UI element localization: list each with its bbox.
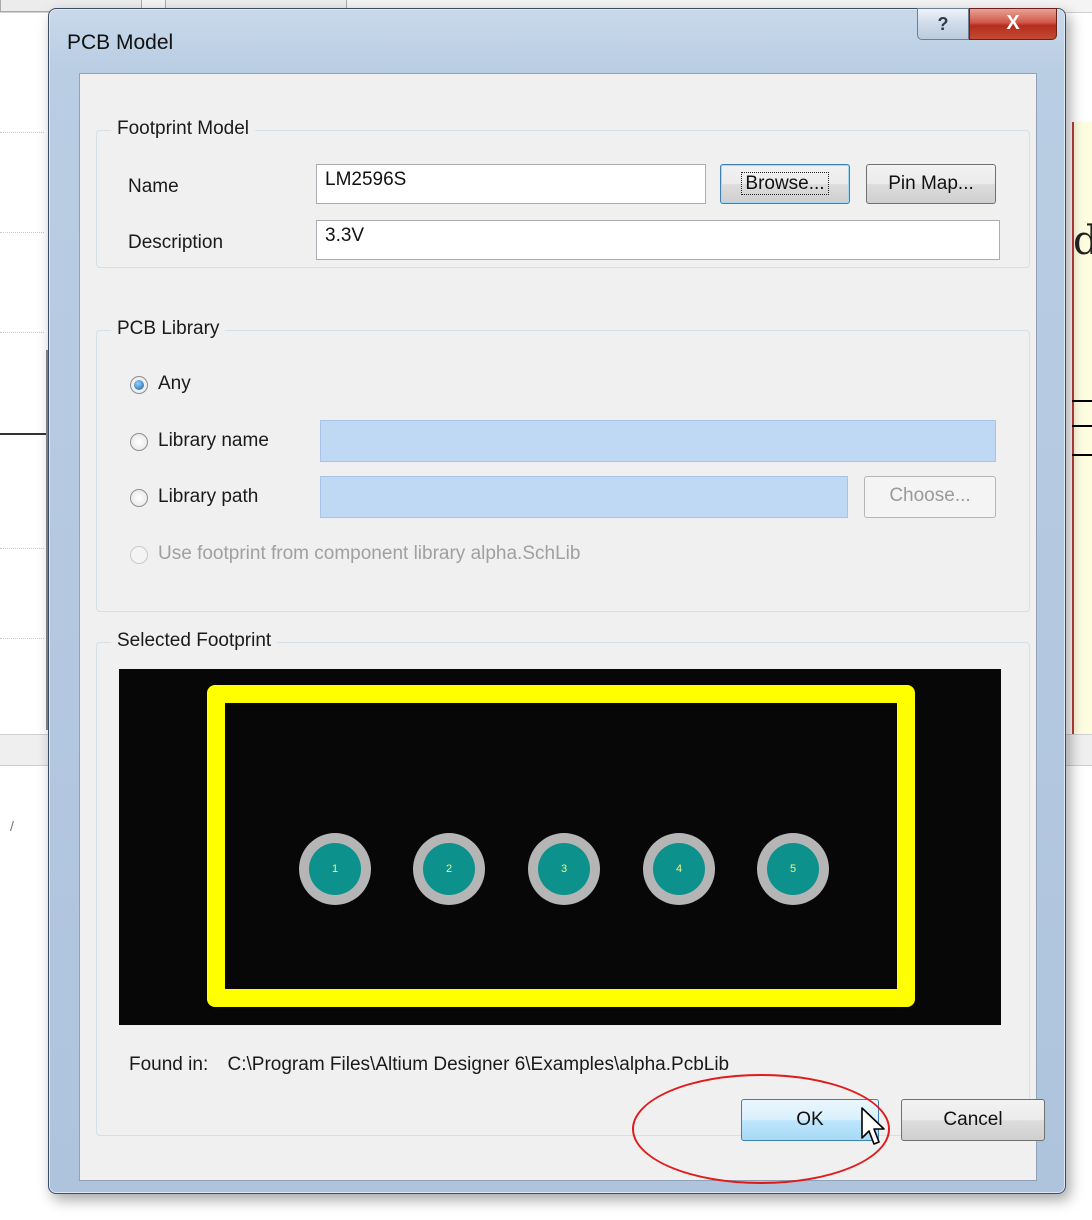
background-schematic-rect: [1072, 400, 1092, 456]
pad-5: 5: [757, 833, 829, 905]
browse-button[interactable]: Browse...: [720, 164, 850, 204]
found-in-label: Found in:: [129, 1054, 209, 1075]
description-field[interactable]: 3.3V: [316, 220, 1000, 260]
cancel-button[interactable]: Cancel: [901, 1099, 1045, 1141]
background-schematic-glyph: d: [1073, 218, 1092, 264]
radio-library-path-label[interactable]: Library path: [158, 486, 258, 508]
pad-number: 4: [653, 843, 705, 895]
pcb-library-legend: PCB Library: [111, 318, 226, 340]
background-gridline: [0, 638, 44, 639]
pcb-model-dialog: PCB Model ? X Footprint Model Name LM259…: [48, 8, 1066, 1194]
footprint-model-legend: Footprint Model: [111, 118, 256, 140]
pad-number: 2: [423, 843, 475, 895]
pad-number: 1: [309, 843, 361, 895]
close-button[interactable]: X: [969, 8, 1057, 40]
choose-button: Choose...: [864, 476, 996, 518]
description-label: Description: [128, 232, 224, 253]
library-name-field: [320, 420, 996, 462]
close-icon: X: [1006, 12, 1020, 34]
background-gridline: [0, 132, 44, 133]
background-mark: /: [10, 818, 14, 834]
pin-map-button[interactable]: Pin Map...: [866, 164, 996, 204]
background-panel-band: [1066, 734, 1092, 766]
name-label: Name: [128, 176, 179, 197]
background-gridline: [0, 232, 44, 233]
pad-2: 2: [413, 833, 485, 905]
pad-4: 4: [643, 833, 715, 905]
radio-library-name-label[interactable]: Library name: [158, 430, 269, 452]
footprint-preview: 1 2 3 4 5: [119, 669, 1001, 1025]
pcb-library-group: PCB Library: [96, 318, 1030, 612]
radio-any[interactable]: [130, 376, 148, 394]
browse-button-label: Browse...: [741, 172, 829, 195]
radio-library-name[interactable]: [130, 433, 148, 451]
found-in-text: Found in: C:\Program Files\Altium Design…: [129, 1054, 729, 1076]
background-panel-band: [0, 734, 48, 766]
background-gridline: [0, 332, 44, 333]
found-in-path: C:\Program Files\Altium Designer 6\Examp…: [227, 1054, 730, 1075]
background-wire: [0, 433, 48, 435]
radio-library-path[interactable]: [130, 489, 148, 507]
pad-3: 3: [528, 833, 600, 905]
radio-use-component-library: [130, 546, 148, 564]
selected-footprint-legend: Selected Footprint: [111, 630, 278, 652]
library-path-field: [320, 476, 848, 518]
name-field[interactable]: LM2596S: [316, 164, 706, 204]
help-icon: ?: [937, 14, 949, 34]
background-gridline: [0, 548, 44, 549]
ok-button[interactable]: OK: [741, 1099, 879, 1141]
help-button[interactable]: ?: [917, 8, 969, 40]
mouse-cursor-icon: [861, 1107, 885, 1145]
radio-any-label[interactable]: Any: [158, 373, 191, 395]
pad-number: 5: [767, 843, 819, 895]
pad-number: 3: [538, 843, 590, 895]
background-schematic-line: [1072, 425, 1092, 427]
radio-use-component-library-label: Use footprint from component library alp…: [158, 543, 581, 564]
pad-1: 1: [299, 833, 371, 905]
dialog-title: PCB Model: [67, 31, 174, 54]
